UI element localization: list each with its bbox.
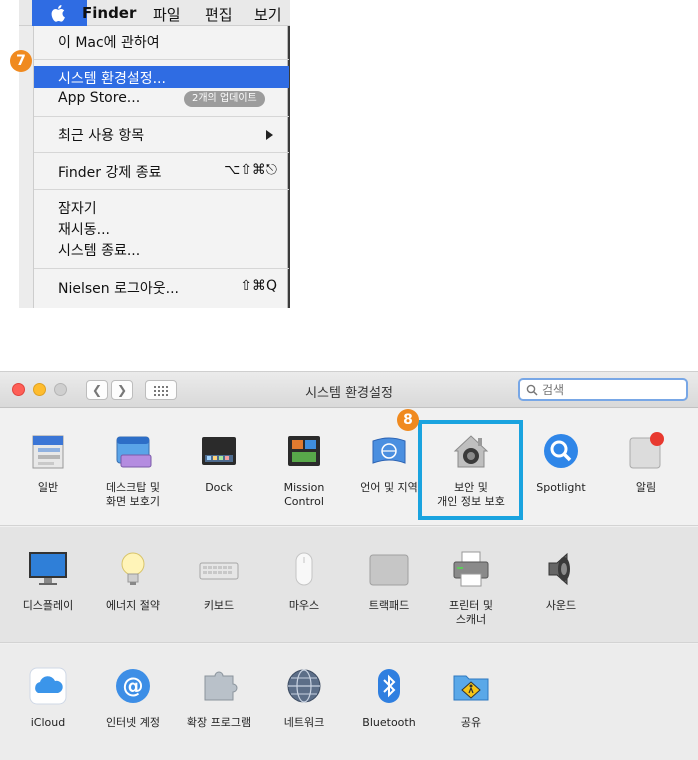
- spotlight-icon: [544, 434, 578, 468]
- prefs-row-internet: iCloud @ 인터넷 계정 확장 프로그램 네트워크 Bluetooth 공…: [0, 644, 698, 760]
- menu-item-recent-items[interactable]: 최근 사용 항목: [34, 123, 289, 145]
- svg-text:@: @: [123, 674, 144, 698]
- search-input[interactable]: [542, 382, 682, 398]
- energy-saver-icon: [121, 552, 145, 585]
- menu-file[interactable]: 파일: [153, 4, 181, 25]
- bluetooth-icon: [378, 669, 400, 703]
- apple-dropdown-menu: 이 Mac에 관하여 시스템 환경설정... App Store... 2개의 …: [33, 26, 289, 308]
- submenu-arrow-icon: [266, 130, 273, 140]
- mission-control-icon: [288, 436, 320, 466]
- menu-item-system-preferences[interactable]: 시스템 환경설정...: [34, 66, 289, 88]
- search-icon: [526, 384, 538, 396]
- menu-item-log-out[interactable]: Nielsen 로그아웃... ⇧⌘Q: [34, 276, 289, 298]
- menu-item-app-store[interactable]: App Store... 2개의 업데이트: [34, 88, 289, 110]
- general-icon: [32, 435, 64, 469]
- dock-icon: [202, 437, 236, 465]
- prefs-row-personal: 일반 데스크탑 및 화면 보호기 Dock Mission Control 언어…: [0, 409, 698, 526]
- sharing-icon: [453, 675, 489, 701]
- menu-separator: [34, 152, 289, 153]
- extensions-icon: [204, 671, 238, 701]
- menu-item-restart[interactable]: 재시동...: [34, 217, 289, 239]
- menu-view[interactable]: 보기: [254, 4, 282, 25]
- prefs-row-hardware: 디스플레이 에너지 절약 키보드 마우스 트랙패드 프린터 및 스캐너 사운드: [0, 527, 698, 643]
- menu-separator: [34, 116, 289, 117]
- apple-menu-screenshot: Finder 파일 편집 보기 이 Mac에 관하여 시스템 환경설정... A…: [19, 0, 290, 308]
- log-out-shortcut: ⇧⌘Q: [240, 278, 277, 294]
- step-badge-8: 8: [397, 409, 419, 431]
- menu-separator: [34, 59, 289, 60]
- network-icon: [287, 669, 321, 703]
- search-field[interactable]: [518, 378, 688, 401]
- menu-finder[interactable]: Finder: [82, 4, 136, 22]
- internet-accounts-icon: @: [116, 669, 150, 703]
- callout-highlight-box: [418, 420, 523, 520]
- menu-item-about-mac[interactable]: 이 Mac에 관하여: [34, 30, 289, 52]
- menu-bar: Finder 파일 편집 보기: [19, 0, 290, 26]
- display-icon: [29, 552, 67, 585]
- notifications-icon: [629, 432, 664, 469]
- window-titlebar: ❮ ❯ 시스템 환경설정: [0, 372, 698, 408]
- tutorial-screenshot: Finder 파일 편집 보기 이 Mac에 관하여 시스템 환경설정... A…: [0, 0, 698, 760]
- trackpad-icon: [369, 554, 409, 586]
- menu-separator: [34, 189, 289, 190]
- apple-logo-icon: [51, 5, 65, 22]
- apple-menu-button[interactable]: [32, 0, 87, 26]
- keyboard-icon: [199, 562, 239, 580]
- force-quit-shortcut: ⌥⇧⌘⎋: [224, 162, 277, 178]
- step-badge-7: 7: [10, 50, 32, 72]
- menu-item-force-quit[interactable]: Finder 강제 종료 ⌥⇧⌘⎋: [34, 160, 289, 182]
- menu-edit[interactable]: 편집: [205, 4, 233, 25]
- menu-separator: [34, 268, 289, 269]
- menu-item-sleep[interactable]: 잠자기: [34, 196, 289, 218]
- menu-item-shut-down[interactable]: 시스템 종료...: [34, 238, 289, 260]
- icloud-icon: [29, 667, 67, 705]
- sound-icon: [548, 552, 570, 586]
- desktop-screensaver-icon: [116, 436, 152, 468]
- printer-scanner-icon: [453, 551, 489, 587]
- update-badge: 2개의 업데이트: [184, 91, 265, 107]
- language-region-icon: [372, 437, 406, 464]
- system-preferences-window: ❮ ❯ 시스템 환경설정 검색 일반 데스크탑 및 화면 보호기 Dock Mi…: [0, 371, 698, 760]
- mouse-icon: [295, 552, 313, 586]
